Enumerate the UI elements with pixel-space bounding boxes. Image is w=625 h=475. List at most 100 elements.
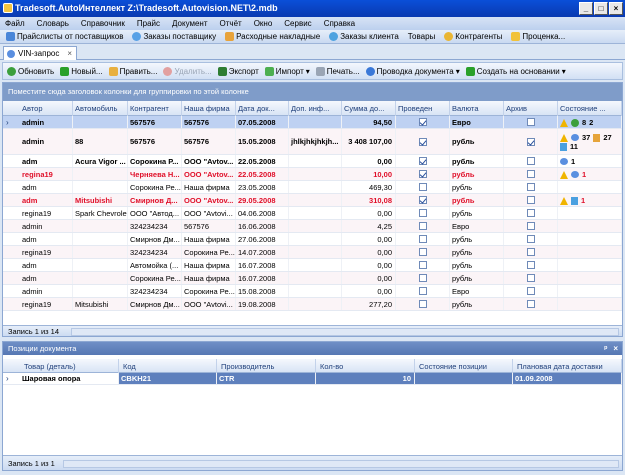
col-contractor[interactable]: Контрагент xyxy=(128,101,182,116)
checkbox[interactable] xyxy=(418,248,427,256)
checkbox[interactable] xyxy=(526,118,535,126)
checkbox[interactable] xyxy=(526,196,535,204)
edit-button[interactable]: Править... xyxy=(108,66,157,76)
table-row[interactable]: regina19 Черняева Н... ООО "Avtov... 22.05.… xyxy=(3,168,622,181)
col-maker[interactable]: Производитель xyxy=(217,359,316,374)
import-button[interactable]: Импорт ▾ xyxy=(264,66,310,76)
menu-price[interactable]: Прайс xyxy=(137,19,160,28)
table-row[interactable]: regina19 Mitsubishi Смирнов Дм... ООО "Avto… xyxy=(3,298,622,311)
col-item[interactable]: Товар (деталь) xyxy=(20,359,119,374)
col-code[interactable]: Код xyxy=(119,359,217,374)
table-row[interactable]: adm Сорокина Ре... Наша фирма 23.05.2008 469… xyxy=(3,181,622,194)
menu-service[interactable]: Сервис xyxy=(284,19,311,28)
checkbox[interactable] xyxy=(526,137,535,146)
table-row[interactable]: adm Смирнов Дм... Наша фирма 27.06.2008 0,00… xyxy=(3,233,622,246)
nav-supplier-prices[interactable]: Прайслисты от поставщиков xyxy=(6,32,123,41)
col-extra-info[interactable]: Доп. инф... xyxy=(289,101,342,116)
menu-window[interactable]: Окно xyxy=(254,19,273,28)
pin-icon[interactable]: ᵖ xyxy=(604,342,607,355)
col-sum[interactable]: Сумма до... xyxy=(342,101,396,116)
col-state[interactable]: Состояние ... xyxy=(558,101,622,116)
export-button[interactable]: Экспорт xyxy=(217,66,259,76)
col-doc-date[interactable]: Дата док... xyxy=(236,101,289,116)
refresh-button[interactable]: Обновить xyxy=(7,66,54,76)
checkbox[interactable] xyxy=(526,261,535,269)
tab-close-icon[interactable]: × xyxy=(67,49,72,58)
checkbox[interactable] xyxy=(526,287,535,295)
minimize-button[interactable]: _ xyxy=(579,2,593,15)
new-button[interactable]: Новый... xyxy=(60,66,103,76)
table-row[interactable]: › admin 567576 567576 07.05.2008 94,50 Евро 8 2 xyxy=(3,116,622,129)
table-row[interactable]: admin 88 567576 567576 15.05.2008 jhlkjhkjhkj… xyxy=(3,129,622,155)
horizontal-scrollbar[interactable] xyxy=(71,328,619,336)
nav-supplier-orders[interactable]: Заказы поставщику xyxy=(132,32,216,41)
menu-dictionary[interactable]: Словарь xyxy=(37,19,69,28)
checkbox[interactable] xyxy=(418,261,427,269)
cell-state: 1 xyxy=(558,155,622,167)
col-our-firm[interactable]: Наша фирма xyxy=(182,101,236,116)
checkbox[interactable] xyxy=(418,300,427,308)
nav-pricing[interactable]: Проценка... xyxy=(511,32,565,41)
checkbox[interactable] xyxy=(418,170,427,178)
cell-author: regina19 xyxy=(20,168,73,180)
checkbox[interactable] xyxy=(418,222,427,230)
checkbox[interactable] xyxy=(418,157,427,165)
checkbox[interactable] xyxy=(526,248,535,256)
checkbox[interactable] xyxy=(526,183,535,191)
table-row[interactable]: › Шаровая опора CBKH21 CTR 10 01.09.2008 xyxy=(3,373,622,385)
checkbox[interactable] xyxy=(526,222,535,230)
col-currency[interactable]: Валюта xyxy=(450,101,504,116)
table-row[interactable]: adm Mitsubishi Смирнов Д... ООО "Avtov... 29… xyxy=(3,194,622,207)
panel-close-icon[interactable]: × xyxy=(613,342,618,355)
col-author[interactable]: Автор xyxy=(20,101,73,116)
tab-vin-request[interactable]: VIN-запрос × xyxy=(3,46,77,60)
table-row[interactable]: adm Сорокина Ре... Наша фирма 16.07.2008 0,0… xyxy=(3,272,622,285)
maximize-button[interactable]: □ xyxy=(594,2,608,15)
col-posted[interactable]: Проведен xyxy=(396,101,450,116)
checkbox[interactable] xyxy=(418,274,427,282)
checkbox[interactable] xyxy=(526,274,535,282)
table-row[interactable]: regina19 324234234 Сорокина Ре... 14.07.200… xyxy=(3,246,622,259)
table-row[interactable]: adm Автомойка (... Наша фирма 16.07.2008 0,0… xyxy=(3,259,622,272)
menu-document[interactable]: Документ xyxy=(172,19,208,28)
close-button[interactable]: × xyxy=(609,2,623,15)
positions-horizontal-scrollbar[interactable] xyxy=(63,460,619,468)
cell-sum: 0,00 xyxy=(342,207,396,219)
checkbox[interactable] xyxy=(418,118,427,126)
delete-button[interactable]: Удалить... xyxy=(163,66,212,76)
menu-help[interactable]: Справка xyxy=(324,19,355,28)
table-row[interactable]: admin 324234234 Сорокина Ре... 15.08.2008 0,… xyxy=(3,285,622,298)
checkbox[interactable] xyxy=(418,287,427,295)
table-row[interactable]: adm Acura Vigor ... Сорокина Р... ООО "Avto… xyxy=(3,155,622,168)
checkbox[interactable] xyxy=(526,157,535,165)
checkbox[interactable] xyxy=(418,235,427,243)
checkbox[interactable] xyxy=(418,183,427,191)
col-delivery-date[interactable]: Плановая дата доставки xyxy=(513,359,622,374)
print-button[interactable]: Печать... xyxy=(315,66,360,76)
checkbox[interactable] xyxy=(418,137,427,146)
checkbox[interactable] xyxy=(526,170,535,178)
checkbox[interactable] xyxy=(526,209,535,217)
nav-client-orders[interactable]: Заказы клиента xyxy=(329,32,399,41)
checkbox[interactable] xyxy=(526,235,535,243)
menu-reference[interactable]: Справочник xyxy=(81,19,125,28)
positions-footer: Запись 1 из 1 xyxy=(3,455,622,470)
nav-goods[interactable]: Товары xyxy=(408,32,436,41)
col-position-state[interactable]: Состояние позиции xyxy=(415,359,513,374)
menu-report[interactable]: Отчёт xyxy=(220,19,242,28)
table-row[interactable]: admin 324234234 567576 16.06.2008 4,25 Евро xyxy=(3,220,622,233)
menu-file[interactable]: Файл xyxy=(5,19,25,28)
post-document-button[interactable]: Проводка документа ▾ xyxy=(365,66,460,76)
checkbox[interactable] xyxy=(526,300,535,308)
group-by-hint[interactable]: Поместите сюда заголовок колонки для гру… xyxy=(3,83,622,101)
col-archive[interactable]: Архив xyxy=(504,101,558,116)
table-row[interactable]: regina19 Spark Chevrolet ООО "Автод... ООО … xyxy=(3,207,622,220)
cell-state xyxy=(558,220,622,232)
create-based-on-button[interactable]: Создать на основании ▾ xyxy=(465,66,566,76)
col-qty[interactable]: Кол-во xyxy=(316,359,415,374)
checkbox[interactable] xyxy=(418,209,427,217)
checkbox[interactable] xyxy=(418,196,427,204)
nav-invoices[interactable]: Расходные накладные xyxy=(225,32,320,41)
col-car[interactable]: Автомобиль xyxy=(73,101,128,116)
nav-contractors[interactable]: Контрагенты xyxy=(444,32,502,41)
